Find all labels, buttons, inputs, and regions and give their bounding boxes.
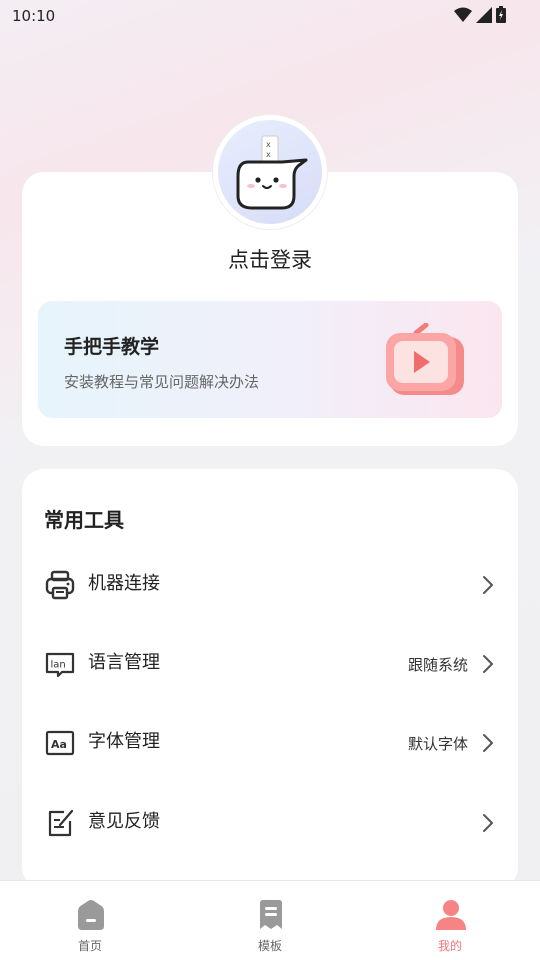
tab-home[interactable]: 首页 [30,881,150,960]
tab-label: 首页 [77,939,102,953]
signal-icon [476,6,492,23]
tool-label: 字体管理 [88,731,160,752]
tutorial-subtitle: 安装教程与常见问题解决办法 [64,373,260,391]
tool-row-font[interactable]: Aa 字体管理 默认字体 [22,713,518,773]
tool-label: 机器连接 [88,573,160,594]
language-icon: lan [45,652,75,678]
tab-profile[interactable]: 我的 [390,881,510,960]
profile-icon [436,900,466,930]
tab-bar: 首页 模板 我的 [0,880,540,960]
status-time: 10:10 [12,7,56,25]
tool-label: 语言管理 [88,652,160,673]
avatar[interactable]: x x [213,115,327,229]
tutorial-title: 手把手教学 [64,336,160,358]
battery-icon [496,6,506,23]
svg-text:x: x [266,140,271,149]
tool-row-feedback[interactable]: 意见反馈 [22,793,518,853]
chevron-right-icon [483,576,493,594]
svg-text:x: x [266,150,271,159]
tool-row-machine-connect[interactable]: 机器连接 [22,555,518,615]
login-link[interactable]: 点击登录 [22,244,518,274]
tool-label: 意见反馈 [88,811,160,832]
font-icon: Aa [45,730,75,756]
tool-value: 跟随系统 [407,656,468,674]
mascot-icon: x x [236,135,308,210]
video-play-icon [386,323,464,395]
home-icon [78,900,104,930]
tab-label: 我的 [437,939,462,953]
avatar-image: x x [218,120,322,224]
status-bar: 10:10 [0,0,540,32]
chevron-right-icon [483,814,493,832]
printer-icon [45,570,75,600]
tools-card: 常用工具 机器连接 lan 语言管理 跟随系统 Aa 字体管理 默认字体 意见反… [22,469,518,889]
template-icon [260,900,282,929]
chevron-right-icon [483,734,493,752]
tab-template[interactable]: 模板 [210,881,330,960]
svg-text:lan: lan [51,660,66,671]
tutorial-card[interactable]: 手把手教学 安装教程与常见问题解决办法 [38,301,502,418]
chevron-right-icon [483,655,493,673]
feedback-icon [48,809,74,837]
svg-text:Aa: Aa [51,738,67,751]
tool-row-language[interactable]: lan 语言管理 跟随系统 [22,634,518,694]
tool-value: 默认字体 [407,735,468,753]
status-icons [454,6,506,23]
wifi-icon [454,7,472,22]
tools-title: 常用工具 [44,508,124,532]
tab-label: 模板 [257,939,282,953]
